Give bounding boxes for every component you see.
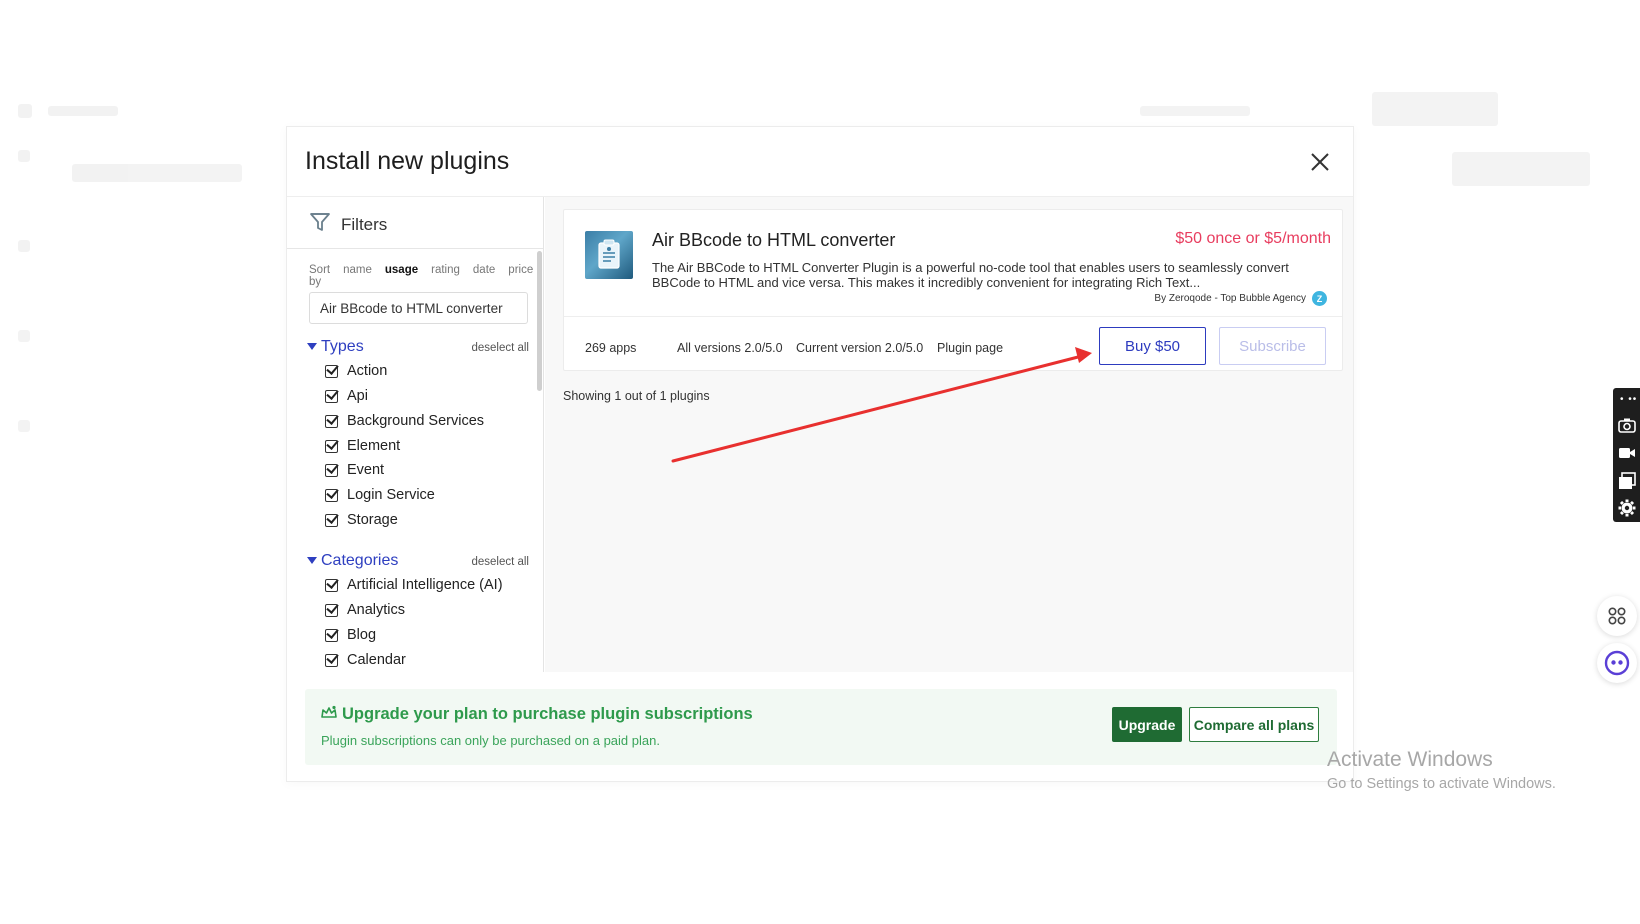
checkbox-checked-icon[interactable] xyxy=(325,603,338,617)
plugin-logo xyxy=(585,231,633,279)
plugin-author-row: By Zeroqode - Top Bubble Agency Z xyxy=(1154,291,1327,306)
types-deselect-all[interactable]: deselect all xyxy=(471,342,529,354)
verified-badge-icon: Z xyxy=(1312,291,1327,306)
compare-plans-button[interactable]: Compare all plans xyxy=(1189,707,1319,742)
assistant-bot-button[interactable] xyxy=(1597,643,1637,683)
crown-icon xyxy=(321,705,337,718)
sort-option-date[interactable]: date xyxy=(473,264,495,288)
categories-group-header: Categories deselect all xyxy=(307,552,529,574)
screen-capture-icon[interactable] xyxy=(1618,472,1636,490)
plugin-search-input[interactable] xyxy=(309,292,528,324)
checkbox-checked-icon[interactable] xyxy=(325,578,338,592)
plugin-name[interactable]: Air BBcode to HTML converter xyxy=(652,230,895,251)
types-group-header: Types deselect all xyxy=(307,338,529,360)
modal-title: Install new plugins xyxy=(305,147,510,175)
plugin-current-version: Current version 2.0/5.0 xyxy=(796,341,924,355)
gear-icon[interactable] xyxy=(1618,499,1636,517)
plugin-app-count: 269 apps xyxy=(585,341,637,355)
subscribe-button[interactable]: Subscribe xyxy=(1219,327,1326,365)
type-checkbox-background-services[interactable]: Background Services xyxy=(325,411,484,431)
plugin-page-link[interactable]: Plugin page xyxy=(937,341,1003,355)
activate-windows-watermark: Activate Windows Go to Settings to activ… xyxy=(1327,748,1556,792)
sort-option-usage[interactable]: usage xyxy=(385,264,418,288)
categories-title[interactable]: Categories xyxy=(321,552,398,570)
type-checkbox-api[interactable]: Api xyxy=(325,386,368,406)
sort-option-rating[interactable]: rating xyxy=(431,264,460,288)
apps-grid-button[interactable] xyxy=(1597,596,1637,636)
video-icon[interactable] xyxy=(1618,444,1636,462)
type-checkbox-login-service[interactable]: Login Service xyxy=(325,485,435,505)
bot-face-icon xyxy=(1604,650,1630,676)
apps-grid-icon xyxy=(1608,607,1626,625)
categories-collapse-icon[interactable] xyxy=(307,557,317,564)
buy-button[interactable]: Buy $50 xyxy=(1099,327,1206,365)
floating-toolbar: • •• xyxy=(1613,388,1640,522)
plugin-price: $50 once or $5/month xyxy=(1175,230,1331,247)
modal-body: Filters Sort by name usage rating date p… xyxy=(287,196,1353,672)
checkbox-checked-icon[interactable] xyxy=(325,513,338,527)
type-checkbox-storage[interactable]: Storage xyxy=(325,510,398,530)
checkbox-checked-icon[interactable] xyxy=(325,364,338,378)
close-icon[interactable] xyxy=(1307,149,1333,175)
results-count: Showing 1 out of 1 plugins xyxy=(563,389,710,403)
checkbox-checked-icon[interactable] xyxy=(325,463,338,477)
category-checkbox-calendar[interactable]: Calendar xyxy=(325,650,406,670)
upgrade-banner: Upgrade your plan to purchase plugin sub… xyxy=(305,689,1337,765)
type-checkbox-action[interactable]: Action xyxy=(325,361,387,381)
results-panel: Air BBcode to HTML converter $50 once or… xyxy=(545,197,1353,672)
camera-icon[interactable] xyxy=(1618,416,1636,434)
install-plugins-modal: Install new plugins Filters Sort by name… xyxy=(286,126,1354,782)
categories-deselect-all[interactable]: deselect all xyxy=(471,556,529,568)
category-checkbox-ai[interactable]: Artificial Intelligence (AI) xyxy=(325,575,503,595)
plugin-all-versions: All versions 2.0/5.0 xyxy=(677,341,783,355)
sort-by-label: Sort by xyxy=(309,264,331,288)
checkbox-checked-icon[interactable] xyxy=(325,439,338,453)
more-dots-icon[interactable]: • •• xyxy=(1620,394,1637,405)
checkbox-checked-icon[interactable] xyxy=(325,628,338,642)
modal-header: Install new plugins xyxy=(287,127,1353,197)
filters-header: Filters xyxy=(287,197,543,249)
upgrade-button[interactable]: Upgrade xyxy=(1112,707,1182,742)
sort-option-price[interactable]: price xyxy=(508,264,533,288)
plugin-description: The Air BBCode to HTML Converter Plugin … xyxy=(652,260,1289,290)
watermark-subtitle: Go to Settings to activate Windows. xyxy=(1327,776,1556,792)
category-checkbox-analytics[interactable]: Analytics xyxy=(325,600,405,620)
plugin-card: Air BBcode to HTML converter $50 once or… xyxy=(563,209,1343,371)
card-divider xyxy=(564,316,1342,317)
checkbox-checked-icon[interactable] xyxy=(325,488,338,502)
filters-label: Filters xyxy=(341,215,388,234)
type-checkbox-element[interactable]: Element xyxy=(325,436,400,456)
types-title[interactable]: Types xyxy=(321,338,364,356)
upgrade-title: Upgrade your plan to purchase plugin sub… xyxy=(342,705,753,723)
checkbox-checked-icon[interactable] xyxy=(325,653,338,667)
type-checkbox-event[interactable]: Event xyxy=(325,460,384,480)
plugin-author[interactable]: By Zeroqode - Top Bubble Agency xyxy=(1154,293,1306,304)
sort-option-name[interactable]: name xyxy=(343,264,372,288)
upgrade-subtitle: Plugin subscriptions can only be purchas… xyxy=(321,733,660,748)
filters-sidebar: Filters Sort by name usage rating date p… xyxy=(287,197,544,672)
types-collapse-icon[interactable] xyxy=(307,343,317,350)
clipboard-icon xyxy=(598,239,620,269)
checkbox-checked-icon[interactable] xyxy=(325,389,338,403)
checkbox-checked-icon[interactable] xyxy=(325,414,338,428)
watermark-title: Activate Windows xyxy=(1327,748,1493,771)
sort-row: Sort by name usage rating date price xyxy=(309,264,543,288)
category-checkbox-blog[interactable]: Blog xyxy=(325,625,376,645)
funnel-icon xyxy=(310,213,330,231)
